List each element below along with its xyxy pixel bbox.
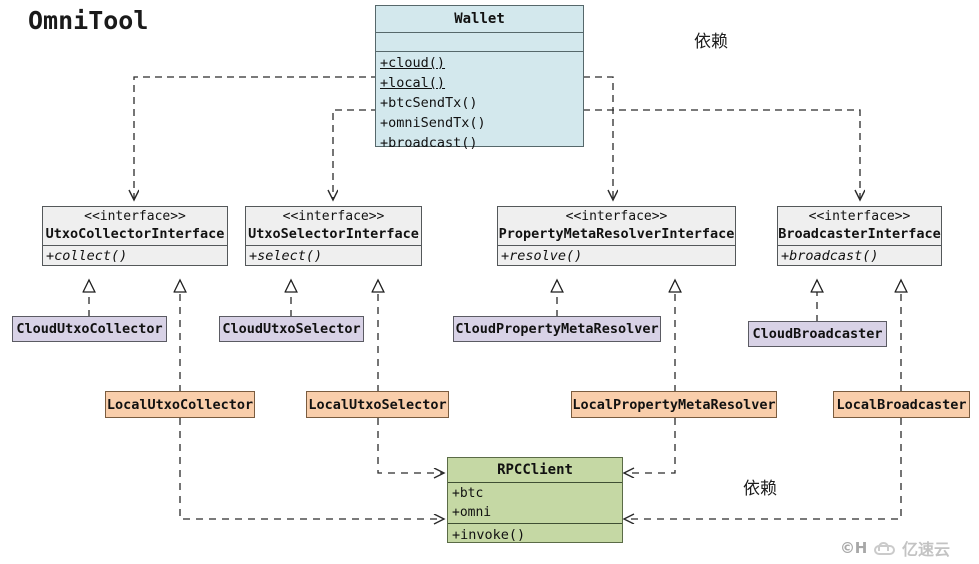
interface-utxocollector[interactable]: <<interface>> UtxoCollectorInterface +co… (42, 206, 228, 266)
interface-propertymetaresolver-name: PropertyMetaResolverInterface (498, 226, 735, 242)
page-title: OmniTool (28, 6, 149, 35)
class-wallet[interactable]: Wallet +cloud() +local() +btcSendTx() +o… (375, 5, 584, 151)
interface-op-select: +select() (249, 248, 323, 264)
class-cloudutxocollector-label: CloudUtxoCollector (16, 321, 163, 337)
class-localbroadcaster[interactable]: LocalBroadcaster (833, 391, 970, 418)
class-localutxocollector-label: LocalUtxoCollector (106, 396, 254, 413)
interface-broadcaster-header: <<interface>> BroadcasterInterface (778, 207, 941, 246)
interface-op-collect: +collect() (46, 248, 128, 264)
interface-broadcaster-operations: +broadcast() (778, 246, 941, 267)
class-cloudutxocollector[interactable]: CloudUtxoCollector (12, 316, 167, 342)
stereotype-label: <<interface>> (84, 209, 186, 224)
interface-utxocollector-operations: +collect() (43, 246, 227, 267)
wallet-op-local: +local() (380, 75, 446, 91)
interface-utxocollector-name: UtxoCollectorInterface (45, 226, 225, 242)
class-localutxoselector-label: LocalUtxoSelector (308, 396, 447, 413)
class-cloudpropertymetaresolver-label: CloudPropertyMetaResolver (455, 321, 659, 337)
stereotype-label: <<interface>> (565, 209, 668, 224)
class-cloudutxoselector[interactable]: CloudUtxoSelector (219, 316, 364, 342)
annotation-dependency-top: 依赖 (694, 32, 728, 52)
watermark-brand: 亿速云 (901, 540, 950, 559)
class-cloudbroadcaster[interactable]: CloudBroadcaster (748, 321, 887, 347)
class-localpropertymetaresolver[interactable]: LocalPropertyMetaResolver (571, 391, 777, 418)
interface-propertymetaresolver-header: <<interface>> PropertyMetaResolverInterf… (498, 207, 735, 246)
annotation-dependency-bottom: 依赖 (743, 479, 777, 499)
class-wallet-name: Wallet (376, 6, 583, 33)
interface-utxocollector-header: <<interface>> UtxoCollectorInterface (43, 207, 227, 246)
class-rpcclient-operations: +invoke() (448, 524, 622, 548)
interface-op-resolve: +resolve() (501, 248, 583, 264)
interface-propertymetaresolver-operations: +resolve() (498, 246, 735, 267)
interface-propertymetaresolver[interactable]: <<interface>> PropertyMetaResolverInterf… (497, 206, 736, 266)
class-localbroadcaster-label: LocalBroadcaster (836, 396, 967, 413)
class-localutxoselector[interactable]: LocalUtxoSelector (306, 391, 449, 418)
class-rpcclient[interactable]: RPCClient +btc +omni +invoke() (447, 457, 623, 543)
interface-op-broadcast: +broadcast() (781, 248, 879, 264)
diagram-canvas: OmniTool Wallet +cloud() +local() +btcSe… (0, 0, 979, 564)
stereotype-label: <<interface>> (808, 209, 911, 224)
interface-utxoselector-name: UtxoSelectorInterface (248, 226, 419, 242)
class-wallet-attributes (376, 33, 583, 52)
rpcclient-attr-btc: +btc (452, 486, 484, 501)
class-rpcclient-attributes: +btc +omni (448, 483, 622, 524)
rpcclient-op-invoke: +invoke() (452, 527, 526, 543)
wallet-op-omnisendtx: +omniSendTx() (380, 115, 486, 131)
watermark-copyright: ©H (840, 539, 867, 557)
class-cloudpropertymetaresolver[interactable]: CloudPropertyMetaResolver (453, 316, 661, 342)
interface-utxoselector[interactable]: <<interface>> UtxoSelectorInterface +sel… (245, 206, 422, 266)
interface-broadcaster-name: BroadcasterInterface (778, 226, 941, 242)
interface-utxoselector-header: <<interface>> UtxoSelectorInterface (246, 207, 421, 246)
watermark: ©H 亿速云 (840, 536, 950, 560)
rpcclient-attr-omni: +omni (452, 505, 492, 520)
interface-broadcaster[interactable]: <<interface>> BroadcasterInterface +broa… (777, 206, 942, 266)
wallet-op-cloud: +cloud() (380, 55, 446, 71)
wallet-op-btcsendtx: +btcSendTx() (380, 95, 478, 111)
cloud-logo-icon (873, 541, 895, 555)
wallet-op-broadcast: +broadcast() (380, 135, 478, 151)
stereotype-label: <<interface>> (282, 209, 385, 224)
class-rpcclient-name: RPCClient (448, 458, 622, 483)
class-wallet-operations: +cloud() +local() +btcSendTx() +omniSend… (376, 52, 583, 155)
class-cloudbroadcaster-label: CloudBroadcaster (752, 326, 883, 342)
class-cloudutxoselector-label: CloudUtxoSelector (222, 321, 361, 337)
interface-utxoselector-operations: +select() (246, 246, 421, 267)
class-localpropertymetaresolver-label: LocalPropertyMetaResolver (572, 396, 776, 413)
class-localutxocollector[interactable]: LocalUtxoCollector (105, 391, 255, 418)
